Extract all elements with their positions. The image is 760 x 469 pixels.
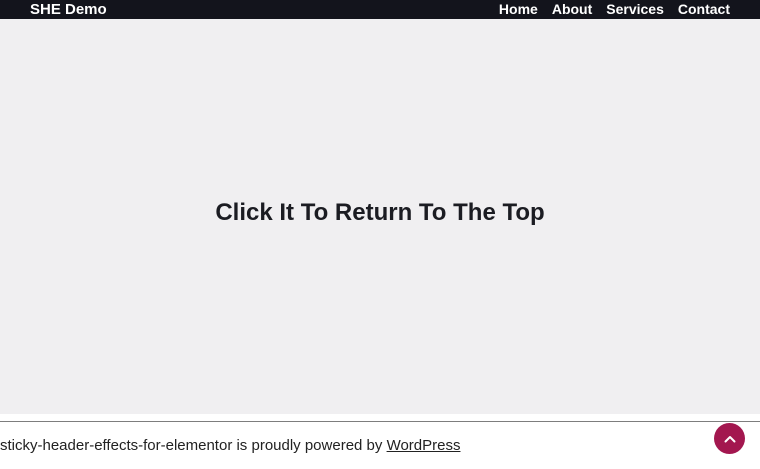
site-header: SHE Demo Home About Services Contact [0, 0, 760, 19]
nav-item-home[interactable]: Home [499, 0, 538, 19]
chevron-up-icon [724, 435, 735, 442]
scroll-to-top-button[interactable] [714, 423, 745, 454]
nav-item-services[interactable]: Services [606, 0, 664, 19]
nav-item-about[interactable]: About [552, 0, 592, 19]
main-nav: Home About Services Contact [499, 0, 730, 19]
footer-credit-text: sticky-header-effects-for-elementor is p… [0, 437, 387, 454]
hero-heading: Click It To Return To The Top [215, 198, 545, 226]
hero-section: Click It To Return To The Top [0, 19, 760, 414]
wordpress-link[interactable]: WordPress [387, 437, 461, 454]
nav-item-contact[interactable]: Contact [678, 0, 730, 19]
footer-credit: sticky-header-effects-for-elementor is p… [0, 437, 460, 455]
footer-divider [0, 421, 760, 422]
site-title[interactable]: SHE Demo [30, 0, 107, 19]
